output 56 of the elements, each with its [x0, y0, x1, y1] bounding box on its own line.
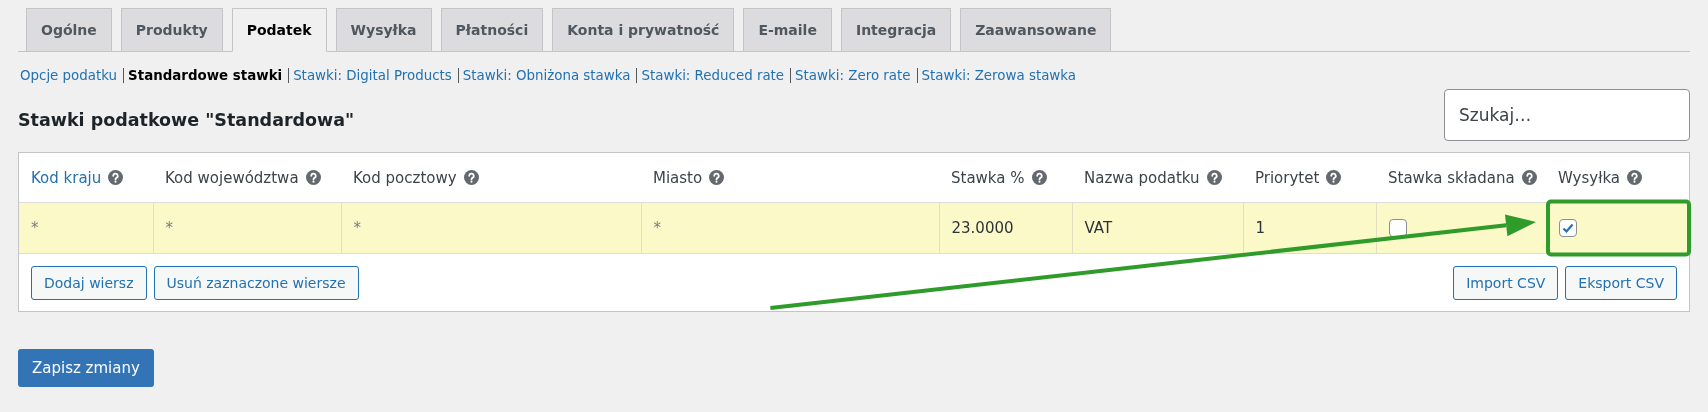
divider	[123, 67, 125, 83]
table-cell: *	[165, 219, 173, 237]
help-icon[interactable]	[1031, 169, 1047, 185]
tab[interactable]: Płatności	[440, 8, 544, 51]
subnav-link[interactable]: Standardowe stawki	[128, 67, 283, 83]
column-header: Stawka składana	[1388, 168, 1515, 187]
table-cell: 23.0000	[951, 219, 1014, 237]
button[interactable]: Dodaj wiersz	[31, 266, 147, 300]
tab[interactable]: Zaawansowane	[960, 8, 1112, 51]
help-icon[interactable]	[1206, 169, 1222, 185]
search-field[interactable]: Szukaj…	[1444, 89, 1690, 141]
divider	[288, 67, 290, 83]
tab[interactable]: Podatek	[231, 8, 327, 52]
column-header: Stawka %	[951, 168, 1025, 187]
help-icon[interactable]	[305, 169, 321, 185]
column-header: Nazwa podatku	[1084, 168, 1200, 187]
table-cell: *	[31, 219, 39, 237]
help-icon[interactable]	[463, 169, 479, 185]
divider	[636, 67, 638, 83]
table-cell: *	[353, 219, 361, 237]
column-header: Kod województwa	[165, 168, 299, 187]
table-cell: 1	[1255, 219, 1266, 237]
tab[interactable]: Integracja	[840, 8, 952, 51]
tab[interactable]: Konta i prywatność	[552, 8, 735, 51]
subnav-link[interactable]: Stawki: Zero rate	[795, 67, 911, 83]
divider	[790, 67, 792, 83]
help-icon[interactable]	[1627, 169, 1642, 185]
checkbox[interactable]	[1558, 219, 1577, 238]
section-heading: Stawki podatkowe "Standardowa"	[18, 110, 355, 130]
button[interactable]: Import CSV	[1453, 266, 1559, 300]
save-changes-button[interactable]: Zapisz zmiany	[18, 349, 154, 387]
checkbox[interactable]	[1388, 219, 1407, 238]
tab[interactable]: Wysyłka	[335, 8, 432, 51]
subnav-link[interactable]: Stawki: Reduced rate	[641, 67, 785, 83]
help-icon[interactable]	[108, 169, 124, 185]
column-header: Priorytet	[1255, 168, 1320, 187]
table-cell: *	[653, 219, 661, 237]
tab[interactable]: Ogólne	[26, 8, 112, 51]
column-header: Miasto	[653, 168, 703, 187]
subnav-link[interactable]: Opcje podatku	[20, 67, 118, 83]
column-sort-link[interactable]: Kod kraju	[31, 168, 102, 187]
tab[interactable]: Produkty	[120, 8, 223, 51]
help-icon[interactable]	[1326, 169, 1342, 185]
divider	[457, 67, 459, 83]
column-header: Wysyłka	[1558, 168, 1620, 187]
button[interactable]: Eksport CSV	[1565, 266, 1677, 300]
subnav-link[interactable]: Stawki: Zerowa stawka	[921, 67, 1077, 83]
divider	[916, 67, 918, 83]
subnav-link[interactable]: Stawki: Digital Products	[293, 67, 452, 83]
help-icon[interactable]	[1521, 169, 1537, 185]
tab[interactable]: E-maile	[743, 8, 832, 51]
button[interactable]: Usuń zaznaczone wiersze	[153, 266, 359, 300]
subnav-link[interactable]: Stawki: Obniżona stawka	[462, 67, 631, 83]
column-header: Kod pocztowy	[353, 168, 457, 187]
help-icon[interactable]	[709, 169, 725, 185]
table-cell: VAT	[1084, 219, 1113, 237]
